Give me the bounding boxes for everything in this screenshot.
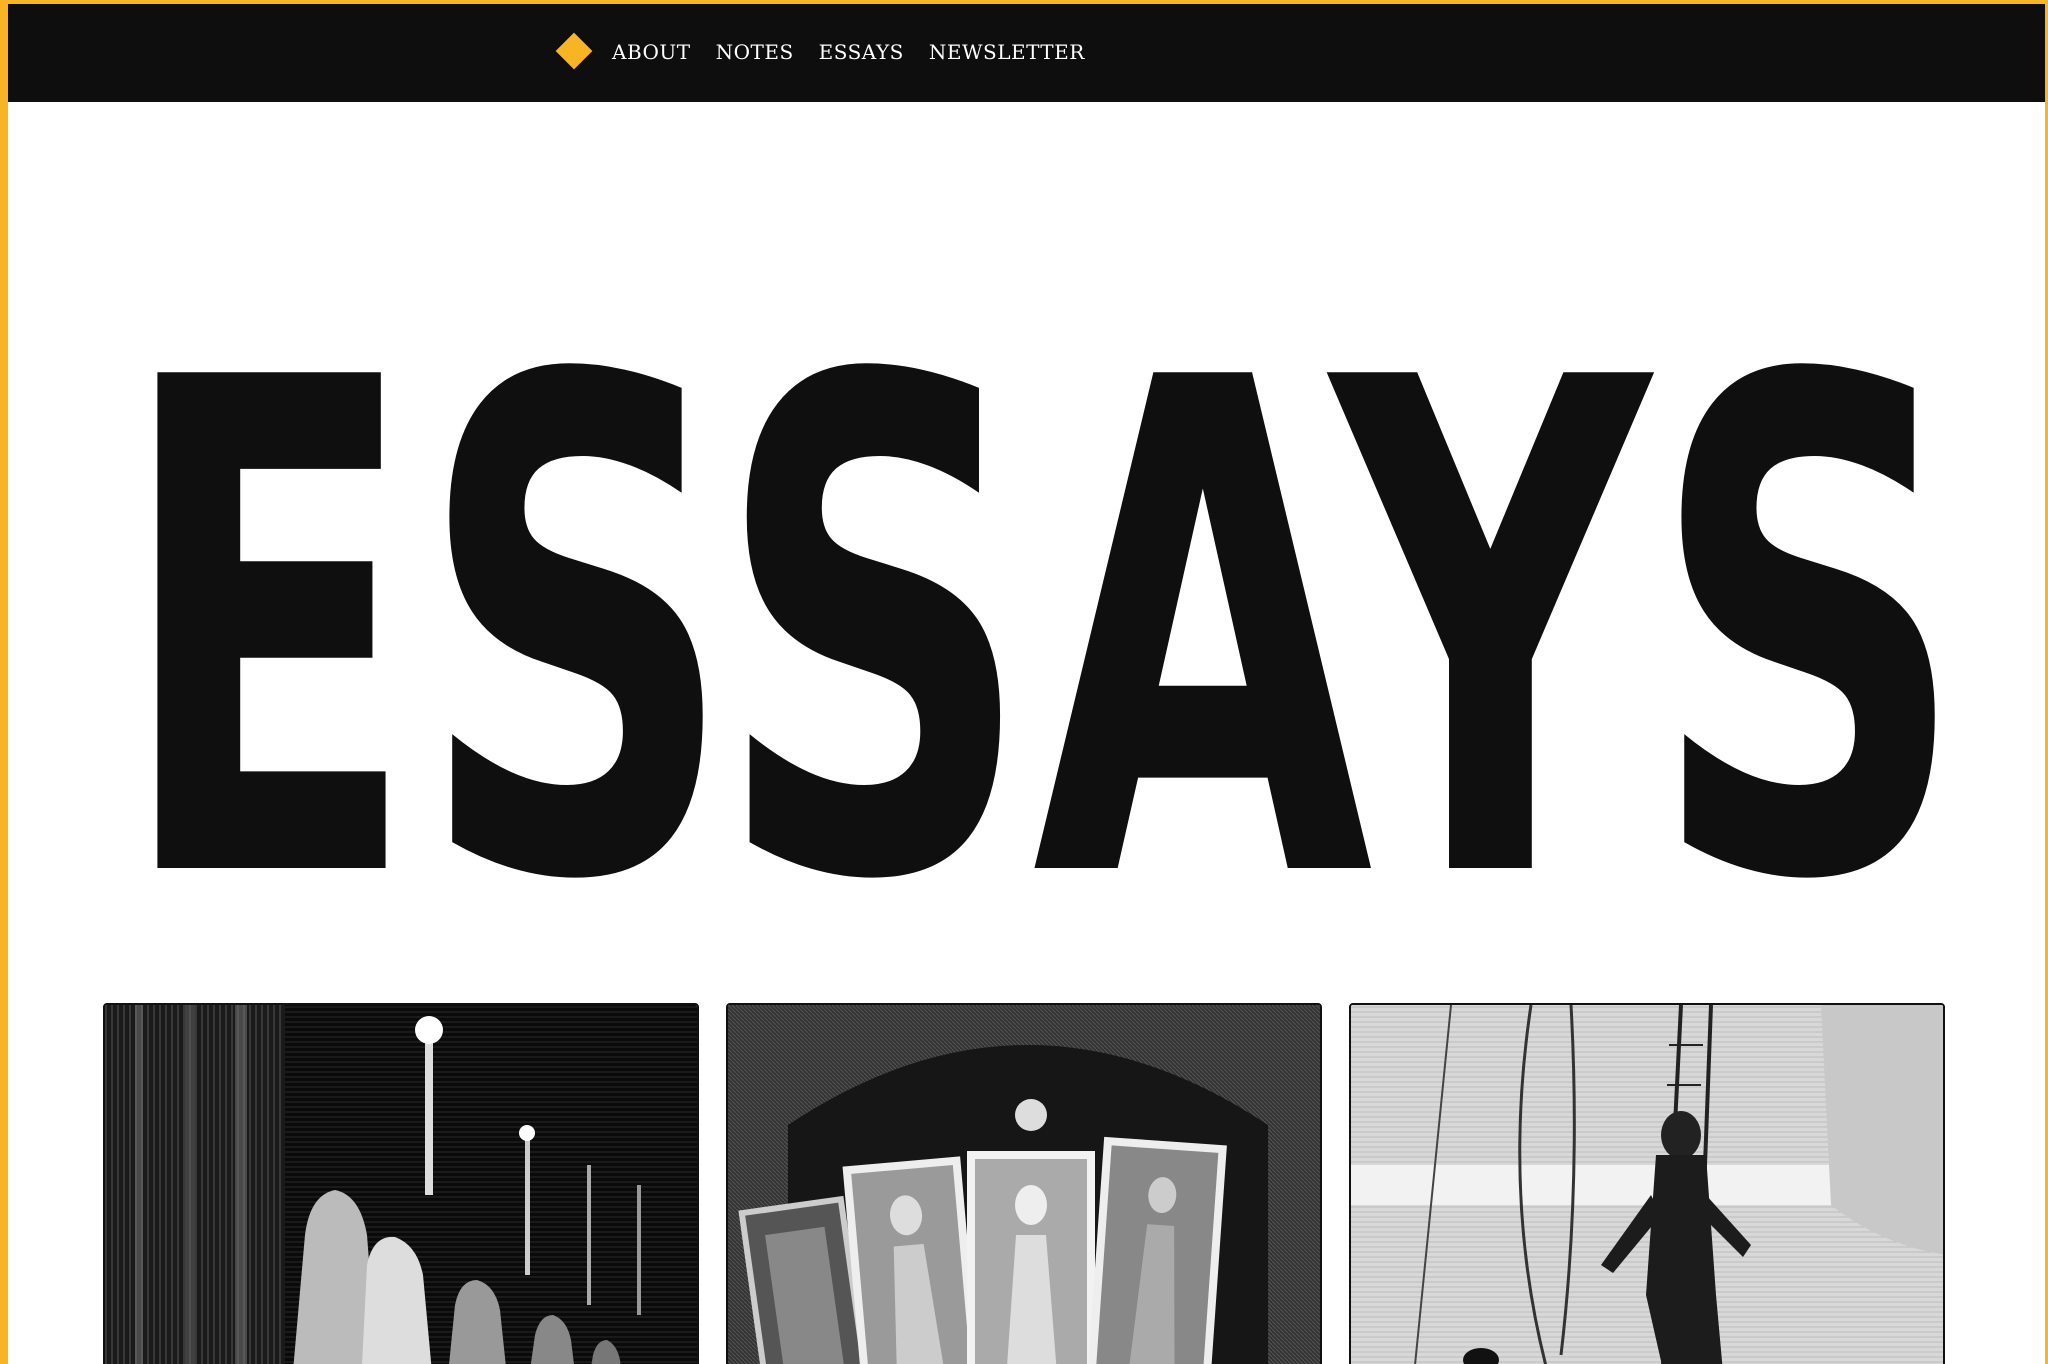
nav-link-about[interactable]: ABOUT (612, 38, 691, 66)
top-navigation: ABOUT NOTES ESSAYS NEWSLETTER (8, 4, 2045, 102)
page: ABOUT NOTES ESSAYS NEWSLETTER ESSAYS (8, 4, 2045, 1364)
nav-link-notes[interactable]: NOTES (716, 38, 794, 66)
essay-card-3[interactable] (1349, 1003, 1945, 1364)
nav-links: ABOUT NOTES ESSAYS NEWSLETTER (612, 38, 1085, 66)
essay-card-2[interactable] (726, 1003, 1322, 1364)
nav-link-essays[interactable]: ESSAYS (819, 38, 904, 66)
hero-title-svg: ESSAYS (117, 237, 1967, 900)
essay-card-1[interactable] (103, 1003, 699, 1364)
ship-deck-illustration (1351, 1005, 1943, 1364)
page-title: ESSAYS (117, 237, 1967, 900)
nav-link-newsletter[interactable]: NEWSLETTER (929, 38, 1085, 66)
hooded-figures-illustration (105, 1005, 697, 1364)
diamond-logo-icon[interactable] (555, 32, 593, 70)
essay-cards (103, 1003, 1963, 1364)
framed-portraits-illustration (728, 1005, 1320, 1364)
hero-title: ESSAYS (102, 200, 1982, 900)
